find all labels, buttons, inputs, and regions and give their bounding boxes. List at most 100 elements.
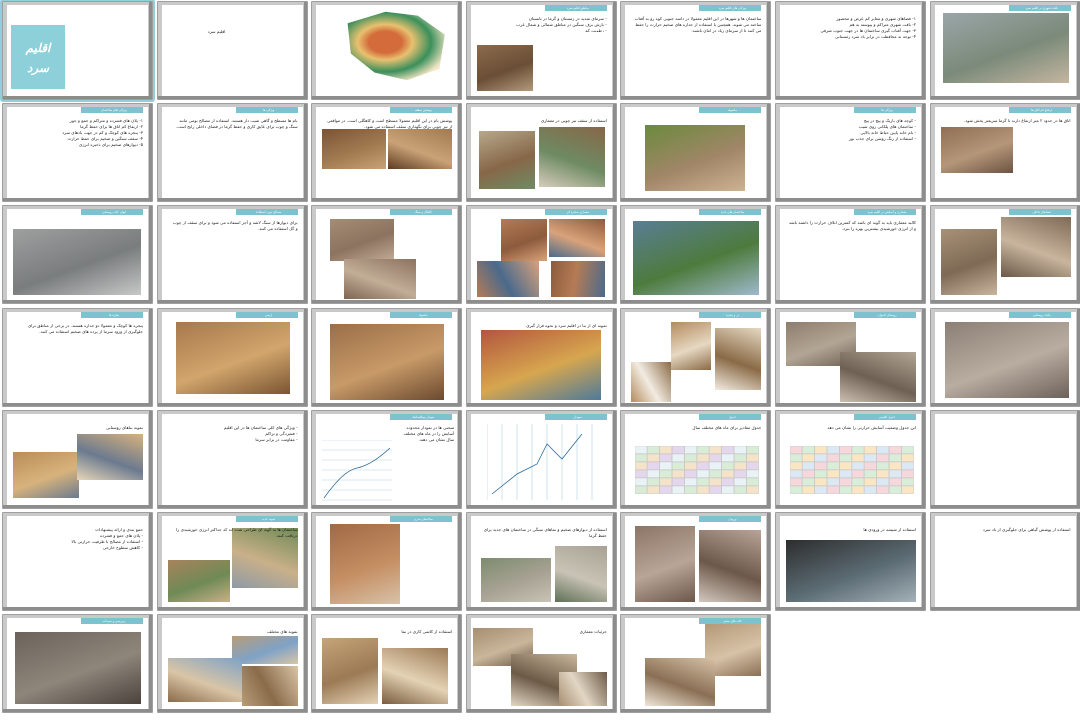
slide-thumbnail[interactable]: ۱- فضاهای شهری و معابر کم عرض و محصور ۲-… (775, 1, 926, 100)
slide-canvas (316, 5, 458, 97)
slide-body-text: - ویژگی های کلی ساختمان ها در این اقلیم … (223, 424, 298, 442)
slide-thumbnail[interactable]: ماسوله (620, 103, 772, 203)
thumbnail-shadow (303, 308, 307, 406)
slide-body-text: ۱- پلان های فشرده و متراکم و جمع و جور ۲… (62, 118, 143, 148)
thumbnail-shadow (767, 410, 771, 508)
slide-thumbnail[interactable]: معماری صخره ای (465, 205, 617, 305)
slide-thumbnail[interactable]: ویژگی ها بام ها مسطح و گاهی شیب دار هستند… (156, 103, 308, 203)
thumbnail-shadow (922, 104, 925, 202)
slide-body-text: جدول مقادیر برای ماه های مختلف سال (692, 424, 762, 430)
slide-canvas (934, 413, 1076, 506)
slide-thumbnail[interactable] (929, 409, 1080, 509)
slide-thumbnail[interactable]: بافت شهری در اقلیم سرد (929, 1, 1080, 100)
slide-thumbnail[interactable]: نمونه ای از بنا در اقلیم سرد و نحوه قرار… (465, 307, 617, 407)
slide-thumbnail[interactable]: پنجره ها پنجره ها کوچک و معمولا دو جداره … (2, 307, 153, 407)
slide-thumbnail[interactable]: ساختمان مدرن (311, 512, 463, 611)
thumbnail-shadow (312, 709, 462, 713)
slide-canvas: ارسی (161, 311, 303, 404)
slide-thumbnail[interactable]: ساختمان های جدید (620, 205, 772, 305)
thumbnail-shadow (312, 504, 462, 508)
thumbnail-shadow (922, 2, 925, 99)
slide-photo (476, 45, 533, 91)
thumbnail-shadow (922, 206, 925, 304)
slide-thumbnail[interactable]: ویژگی ها - کوچه های باریک و پیچ در پیچ - … (775, 103, 926, 203)
slide-thumbnail[interactable]: روستای کندوان (775, 307, 926, 407)
title-word-1: اقلیم (25, 41, 51, 55)
slide-thumbnail[interactable]: ورودی (620, 512, 772, 611)
slide-photo (500, 219, 547, 262)
thumbnail-shadow (767, 615, 771, 713)
slide-thumbnail[interactable]: استفاده از پوشش گیاهی برای جلوگیری از با… (929, 512, 1080, 611)
thumbnail-shadow (612, 615, 616, 713)
thumbnail-shadow (149, 513, 152, 610)
slide-thumbnail[interactable]: - ویژگی های کلی ساختمان ها در این اقلیم … (156, 409, 308, 509)
thumbnail-shadow (157, 402, 307, 406)
slide-body-text: اقلیم سرد (207, 29, 226, 34)
slide-thumbnail[interactable]: نمودار بیوکلیماتیک منحنی ها در نمودار محد… (311, 409, 463, 509)
slide-thumbnail[interactable]: جدول جدول مقادیر برای ماه های مختلف سال (620, 409, 772, 509)
slide-photo (940, 127, 1013, 174)
thumbnail-shadow (149, 104, 152, 202)
slide-thumbnail[interactable]: نمودار (465, 409, 617, 509)
slide-photo (330, 524, 401, 604)
slide-thumbnail[interactable]: جمع بندی و ارائه پیشنهادات - پلان های جم… (2, 512, 153, 611)
thumbnail-shadow (1076, 104, 1080, 202)
slide-thumbnail[interactable]: استفاده از دیوارهای ضخیم و نماهای سنگی د… (465, 512, 617, 611)
slide-canvas: زیرزمین و سرداب (7, 618, 148, 711)
slide-canvas: استفاده از کاشی کاری در نما (316, 618, 458, 711)
slide-thumbnail[interactable]: استفاده از شیشه در ورودی ها (775, 512, 926, 611)
slide-photo (480, 329, 601, 400)
slide-thumbnail[interactable]: ماسوله (311, 307, 463, 407)
slide-thumbnail[interactable]: نمونه های مختلف (156, 614, 308, 714)
slide-canvas: پوشش سقف پوشش بام در این اقلیم معمولا مسط… (316, 107, 458, 200)
slide-canvas: بافت روستایی (934, 311, 1076, 404)
slide-title-text: ارسی (264, 312, 273, 317)
thumbnail-shadow (312, 607, 462, 610)
slide-body-text: نمونه های مختلف (267, 629, 298, 635)
slide-thumbnail[interactable]: نمونه جدید ساختمان ها به گونه ای طراحی شد… (156, 512, 308, 611)
slide-canvas: استفاده از سقف تیر چوبی در معماری (470, 107, 612, 200)
thumbnail-shadow (621, 300, 771, 304)
slide-thumbnail[interactable]: مناطق اقلیم سرد - سرمای شدید در زمستان و … (465, 1, 617, 100)
slide-canvas: نمودار بیوکلیماتیک منحنی ها در نمودار محد… (316, 413, 458, 506)
slide-thumbnail[interactable]: استفاده از سقف تیر چوبی در معماری (465, 103, 617, 203)
thumbnail-shadow (466, 96, 616, 99)
slide-thumbnail[interactable]: پوشش سقف پوشش بام در این اقلیم معمولا مسط… (311, 103, 463, 203)
slide-thumbnail[interactable]: نمونه بناهای روستایی (2, 409, 153, 509)
slide-thumbnail[interactable]: فضاهای داخلی (929, 205, 1080, 305)
slide-body-text: جزئیات معماری (579, 629, 607, 635)
slide-canvas: ساختمان های جدید (625, 209, 767, 302)
slide-photo (382, 648, 449, 705)
slide-thumbnail[interactable]: در و پنجره (620, 307, 772, 407)
slide-thumbnail[interactable]: استفاده از کاشی کاری در نما (311, 614, 463, 714)
slide-thumbnail[interactable]: ویژگی های ساختمان ۱- پلان های فشرده و متر… (2, 103, 153, 203)
thumbnail-shadow (312, 300, 462, 304)
slide-thumbnail[interactable]: ارتفاع کم اتاق ها اتاق ها در حدود ۲ متر ا… (929, 103, 1080, 203)
slide-thumbnail[interactable]: جزئیات معماری (465, 614, 617, 714)
thumbnail-shadow (458, 104, 462, 202)
slide-thumbnail[interactable]: اقلیم سرد (156, 1, 308, 100)
thumbnail-shadow (3, 198, 152, 202)
thumbnail-shadow (303, 615, 307, 713)
thumbnail-shadow (922, 513, 925, 610)
slide-photo (330, 323, 445, 400)
slide-photo (548, 219, 605, 258)
slide-thumbnail[interactable]: کاهگل و سنگ (311, 205, 463, 305)
slide-body-text: منحنی ها در نمودار محدوده آسایش را در ما… (403, 424, 455, 442)
slide-thumbnail[interactable]: ایوان خانه روستایی (2, 205, 153, 305)
thumbnail-shadow (458, 615, 462, 713)
slide-thumbnail[interactable]: جدول اقلیمی این جدول وضعیت آسایش حرارتی ر… (775, 409, 926, 509)
slide-thumbnail[interactable]: اقلیم سرد (0, 0, 155, 102)
slide-thumbnail[interactable]: مصالح مورد استفاده برای دیوارها از سنگ لا… (156, 205, 308, 305)
slide-thumbnail[interactable]: زیرزمین و سرداب (2, 614, 153, 714)
slide-canvas: ایوان خانه روستایی (7, 209, 148, 302)
slide-thumbnail[interactable]: ارسی (156, 307, 308, 407)
slide-thumbnail[interactable] (311, 1, 463, 100)
slide-thumbnail[interactable]: معماری و آسایش در اقلیم سرد کالبد معماری … (775, 205, 926, 305)
slide-thumbnail[interactable]: ویژگی های اقلیم سرد ساختمان ها و شهرها در… (620, 1, 772, 100)
slide-body-text: استفاده از سقف تیر چوبی در معماری (540, 118, 607, 124)
slide-thumbnail[interactable]: بافت روستایی (929, 307, 1080, 407)
slide-canvas: ۱- فضاهای شهری و معابر کم عرض و محصور ۲-… (780, 5, 921, 97)
thumbnail-shadow (458, 206, 462, 304)
slide-thumbnail[interactable]: خانه های سنتی (620, 614, 772, 714)
